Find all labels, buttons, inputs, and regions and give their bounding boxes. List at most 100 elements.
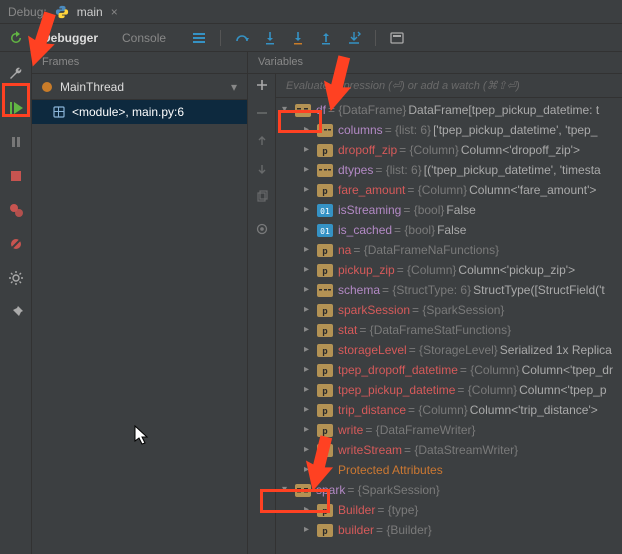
tab-debugger[interactable]: Debugger [36,29,104,47]
mute-breakpoints-icon[interactable] [8,236,24,252]
svg-text:p: p [322,327,328,337]
caret-right-icon[interactable]: ▸ [304,460,314,480]
threads-icon[interactable] [192,31,206,45]
caret-right-icon[interactable]: ▸ [304,520,314,540]
variable-row[interactable]: ▸pdropoff_zip = {Column} Column<'dropoff… [276,140,622,160]
caret-down-icon[interactable]: ▾ [282,100,292,120]
variable-row[interactable]: ▸columns = {list: 6} ['tpep_pickup_datet… [276,120,622,140]
svg-text:p: p [322,527,328,537]
variable-row[interactable]: ▾spark = {SparkSession} [276,480,622,500]
wrench-icon[interactable] [8,66,24,82]
caret-right-icon[interactable]: ▸ [304,120,314,140]
field-icon: p [317,444,333,457]
svg-text:p: p [322,347,328,357]
variable-row[interactable]: ▸ppickup_zip = {Column} Column<'pickup_z… [276,260,622,280]
step-into-icon[interactable] [263,31,277,45]
field-icon: p [317,344,333,357]
field-icon: p [317,304,333,317]
var-name: trip_distance [338,400,406,420]
variable-row[interactable]: ▸ptrip_distance = {Column} Column<'trip_… [276,400,622,420]
view-breakpoints-icon[interactable] [8,202,24,218]
caret-right-icon[interactable]: ▸ [304,280,314,300]
run-to-cursor-icon[interactable] [347,31,361,45]
field-icon [317,284,333,297]
variable-row[interactable]: ▸01is_cached = {bool} False [276,220,622,240]
pause-button[interactable] [8,134,24,150]
caret-right-icon[interactable]: ▸ [304,500,314,520]
resume-button[interactable] [8,100,24,116]
field-icon: p [317,364,333,377]
caret-right-icon[interactable]: ▸ [304,400,314,420]
variable-row[interactable]: ▸pwrite = {DataFrameWriter} [276,420,622,440]
svg-text:p: p [322,187,328,197]
var-name: schema [338,280,380,300]
svg-text:p: p [322,147,328,157]
up-icon[interactable] [255,134,269,148]
field-icon: p [317,264,333,277]
close-tab-icon[interactable]: × [111,5,118,19]
stop-button[interactable] [8,168,24,184]
variable-row[interactable]: ▸ptpep_pickup_datetime = {Column} Column… [276,380,622,400]
caret-right-icon[interactable]: ▸ [304,260,314,280]
add-watch-icon[interactable] [255,78,269,92]
caret-right-icon[interactable]: ▸ [304,380,314,400]
evaluate-input[interactable]: Evaluate expression (⏎) or add a watch (… [276,74,622,98]
caret-right-icon[interactable]: ▸ [304,220,314,240]
field-icon: p [317,404,333,417]
svg-text:p: p [322,447,328,457]
caret-right-icon[interactable]: ▸ [304,440,314,460]
file-tab[interactable]: main [77,5,103,19]
variable-row[interactable]: ▸pbuilder = {Builder} [276,520,622,540]
evaluate-expression-icon[interactable] [390,31,404,45]
thread-selector[interactable]: MainThread ▾ [32,74,247,100]
caret-right-icon[interactable]: ▸ [304,320,314,340]
caret-right-icon[interactable]: ▸ [304,240,314,260]
rerun-button[interactable] [8,30,24,46]
var-name: Builder [338,500,375,520]
variable-row[interactable]: ▸01isStreaming = {bool} False [276,200,622,220]
caret-down-icon[interactable]: ▾ [282,480,292,500]
variable-row[interactable]: ▸pwriteStream = {DataStreamWriter} [276,440,622,460]
stack-frame[interactable]: <module>, main.py:6 [32,100,247,124]
variable-row[interactable]: ▸pstorageLevel = {StorageLevel} Serializ… [276,340,622,360]
caret-right-icon[interactable]: ▸ [304,360,314,380]
caret-right-icon[interactable]: ▸ [304,160,314,180]
variable-row[interactable]: ▸pna = {DataFrameNaFunctions} [276,240,622,260]
frame-icon [52,105,66,119]
field-icon: p [317,384,333,397]
run-gutter [0,52,32,554]
svg-text:p: p [322,507,328,517]
caret-right-icon[interactable]: ▸ [304,340,314,360]
step-out-icon[interactable] [319,31,333,45]
variable-row[interactable]: ▸dtypes = {list: 6} [('tpep_pickup_datet… [276,160,622,180]
variable-row[interactable]: ▸pfare_amount = {Column} Column<'fare_am… [276,180,622,200]
variable-row[interactable]: ▸ptpep_dropoff_datetime = {Column} Colum… [276,360,622,380]
step-into-my-icon[interactable] [291,31,305,45]
variable-row[interactable]: ▸Protected Attributes [276,460,622,480]
pin-icon[interactable] [8,304,24,320]
copy-icon[interactable] [255,190,269,204]
watches-view-icon[interactable] [255,222,269,236]
remove-watch-icon[interactable] [255,106,269,120]
caret-right-icon[interactable]: ▸ [304,200,314,220]
var-name: columns [338,120,383,140]
step-over-icon[interactable] [235,31,249,45]
tab-console[interactable]: Console [116,29,172,47]
variable-row[interactable]: ▸pBuilder = {type} [276,500,622,520]
variable-row[interactable]: ▸psparkSession = {SparkSession} [276,300,622,320]
caret-right-icon[interactable]: ▸ [304,140,314,160]
frames-panel: Frames MainThread ▾ <module>, main.py:6 [32,52,248,554]
object-icon [295,104,311,117]
var-name: isStreaming [338,200,401,220]
debug-toolbar: Debugger Console [0,24,622,52]
variable-row[interactable]: ▸pstat = {DataFrameStatFunctions} [276,320,622,340]
caret-right-icon[interactable]: ▸ [304,180,314,200]
down-icon[interactable] [255,162,269,176]
field-icon: p [317,324,333,337]
svg-text:p: p [322,427,328,437]
caret-right-icon[interactable]: ▸ [304,300,314,320]
variable-row[interactable]: ▸schema = {StructType: 6} StructType([St… [276,280,622,300]
settings-icon[interactable] [8,270,24,286]
caret-right-icon[interactable]: ▸ [304,420,314,440]
variable-row[interactable]: ▾df = {DataFrame} DataFrame[tpep_pickup_… [276,100,622,120]
